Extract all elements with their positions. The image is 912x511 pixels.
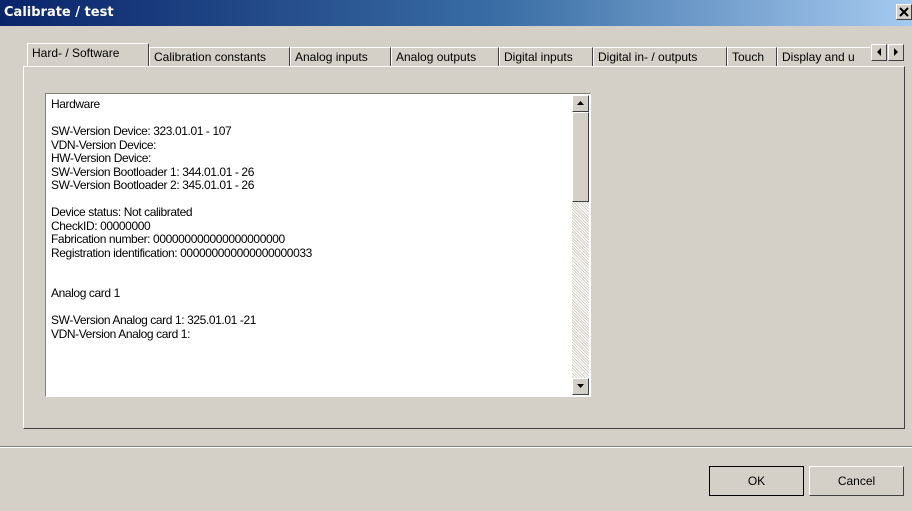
separator-line [0,446,912,448]
info-line [51,193,561,207]
info-line: SW-Version Bootloader 1: 344.01.01 - 26 [51,164,254,179]
info-line: SW-Version Bootloader 2: 345.01.01 - 26 [51,178,254,192]
info-line: SW-Version Device: 323.01.01 - 107 [51,124,232,138]
tab-scroll-right-button[interactable] [888,44,904,61]
tab-label: Display and u [782,50,855,64]
tab-label: Hard- / Software [32,46,120,60]
tab-digital-inputs[interactable]: Digital inputs [499,47,593,66]
info-line: Fabrication number: 00000000000000000000… [51,232,285,246]
scroll-down-button[interactable] [572,378,589,395]
tab-hard-software[interactable]: Hard- / Software [27,43,149,66]
tab-analog-outputs[interactable]: Analog outputs [391,47,499,66]
vertical-scrollbar[interactable] [572,95,589,395]
triangle-right-icon [894,48,898,56]
cancel-button[interactable]: Cancel [809,466,904,496]
hardware-info-textbox[interactable]: Hardware SW-Version Device: 323.01.01 - 1… [45,93,591,397]
info-line: VDN-Version Device: [51,137,157,152]
info-line [51,112,561,126]
window-title: Calibrate / test [4,5,114,20]
scroll-up-button[interactable] [572,95,589,112]
info-line: HW-Version Device: [51,151,151,165]
tab-label: Touch [732,50,765,64]
tab-display-and[interactable]: Display and u [777,47,870,66]
tab-label: Digital inputs [504,50,573,64]
tab-touch[interactable]: Touch [727,47,777,66]
info-line: Analog card 1 [51,286,120,300]
info-line: Device status: Not calibrated [51,205,193,219]
triangle-up-icon [577,101,584,105]
ok-button[interactable]: OK [709,466,804,496]
tab-label: Analog outputs [396,50,477,64]
info-text-lines: Hardware SW-Version Device: 323.01.01 - 1… [51,97,561,341]
info-line [51,260,561,274]
tab-scroll-left-button[interactable] [871,44,887,61]
tab-label: Calibration constants [154,50,267,64]
info-line: VDN-Version Analog card 1: [51,326,191,341]
tab-analog-inputs[interactable]: Analog inputs [290,47,391,66]
info-line [51,274,561,288]
tab-label: Analog inputs [295,50,368,64]
info-line [51,301,561,315]
tab-digital-in-outputs[interactable]: Digital in- / outputs [593,47,727,66]
tab-calibration-constants[interactable]: Calibration constants [149,47,290,66]
tab-strip: Hard- / Software Calibration constants A… [27,43,870,66]
info-line: SW-Version Analog card 1: 325.01.01 -21 [51,313,256,327]
tab-label: Digital in- / outputs [598,50,698,64]
close-button[interactable] [896,4,912,20]
tab-scroll-arrows [871,44,905,62]
info-line: Hardware [51,97,100,111]
info-line: Registration identification: 00000000000… [51,245,312,260]
close-icon [899,7,909,17]
scroll-thumb[interactable] [572,112,589,202]
info-line: CheckID: 00000000 [51,218,151,233]
title-bar: Calibrate / test [0,0,912,26]
triangle-left-icon [877,48,881,56]
triangle-down-icon [577,384,584,388]
